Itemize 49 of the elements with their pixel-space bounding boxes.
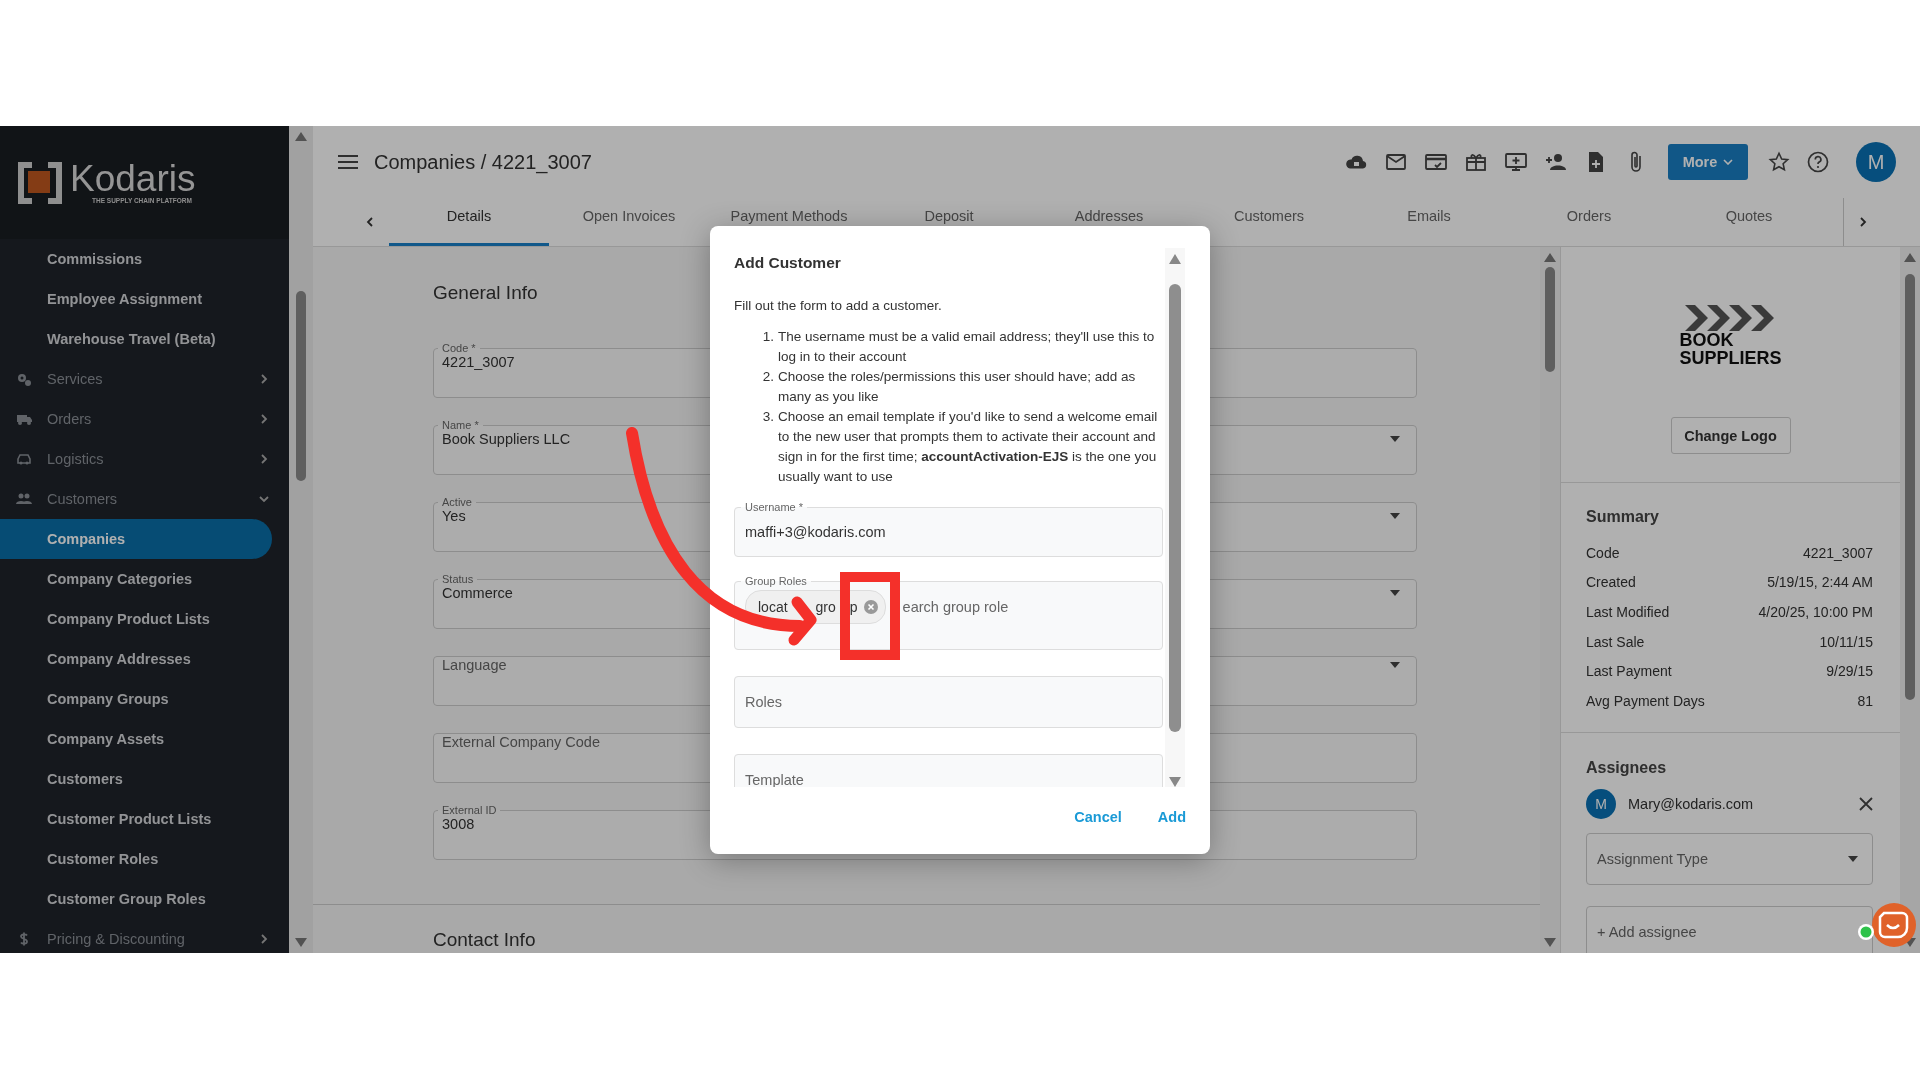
field-label: Active xyxy=(441,496,473,508)
list-number: 1. xyxy=(761,328,775,346)
field-label: Name * xyxy=(441,419,480,431)
instruction-text: Choose the roles/permissions this user should have; add as many as you like xyxy=(778,368,1137,406)
summary-value: 81 xyxy=(1857,692,1873,709)
section-title: General Info xyxy=(433,282,538,304)
field-value: 4221_3007 xyxy=(442,354,515,372)
list-number: 2. xyxy=(761,368,775,386)
field-value: Book Suppliers LLC xyxy=(442,431,571,449)
field-placeholder: earch group role xyxy=(902,599,1009,617)
field-placeholder: Language xyxy=(442,657,507,673)
field-value: Yes xyxy=(442,508,466,526)
summary-label: Avg Payment Days xyxy=(1586,692,1705,709)
company-logo-text: BOOK SUPPLIERS xyxy=(1679,331,1782,367)
summary-label: Last Sale xyxy=(1586,633,1645,650)
assignee-email: Mary@kodaris.com xyxy=(1628,795,1755,812)
list-number: 3. xyxy=(761,408,775,426)
chip-text: gro xyxy=(815,599,836,615)
section-title: Contact Info xyxy=(433,929,536,951)
summary-value: 9/29/15 xyxy=(1826,663,1873,680)
dialog-title: Add Customer xyxy=(734,254,842,272)
field-placeholder: Roles xyxy=(745,694,783,710)
summary-label: Last Modified xyxy=(1586,604,1670,620)
summary-value: 5/19/15, 2:44 AM xyxy=(1767,574,1873,591)
field-value: maffi+3@kodaris.com xyxy=(745,523,886,542)
logo-name: Kodaris xyxy=(70,161,196,197)
section-title: Assignees xyxy=(1586,758,1668,777)
page-title: Companies / 4221_3007 xyxy=(374,150,593,174)
field-label: Username * xyxy=(744,501,805,513)
summary-value: 10/11/15 xyxy=(1819,633,1873,650)
summary-value: 4/20/25, 10:00 PM xyxy=(1758,604,1873,620)
instruction-text: Choose an email template if you'd like to send a welcome email to the new user that prompts them to activate their account and sign in for the first time; accountActivation-EJS is the one you usually want to use xyxy=(778,408,1159,486)
assignee-avatar: M xyxy=(1586,788,1616,819)
field-value: Commerce xyxy=(442,585,513,603)
summary-label: Code xyxy=(1586,544,1620,561)
instruction-text: The username must be a valid email address; they'll use this to log in to their account xyxy=(778,328,1156,366)
field-label: Code * xyxy=(441,342,477,354)
field-label: External ID xyxy=(441,804,498,816)
summary-value: 4221_3007 xyxy=(1802,544,1873,561)
field-value: 3008 xyxy=(442,816,475,834)
summary-label: Last Payment xyxy=(1586,663,1672,680)
field-label: Status xyxy=(441,573,475,585)
chip-text: p xyxy=(849,599,858,615)
dialog-intro: Fill out the form to add a customer. xyxy=(734,298,943,313)
section-title: Summary xyxy=(1586,508,1660,526)
summary-label: Created xyxy=(1586,574,1636,591)
chip-text: locat xyxy=(758,599,788,615)
field-label: Group Roles xyxy=(744,575,808,587)
field-placeholder: External Company Code xyxy=(442,734,600,750)
